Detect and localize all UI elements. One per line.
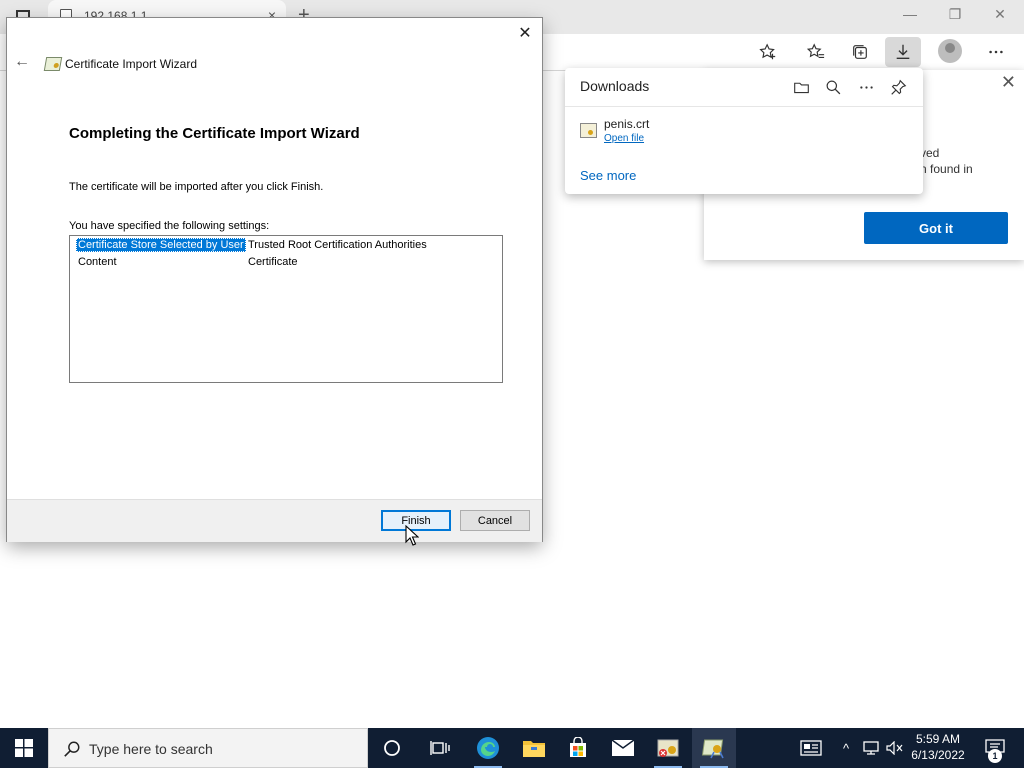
clock-time: 5:59 AM [915, 732, 961, 746]
download-file-name: penis.crt [604, 117, 650, 131]
downloads-title: Downloads [580, 78, 650, 94]
taskbar-clock[interactable]: 5:59 AM 6/13/2022 [905, 731, 971, 763]
wizard-close-button[interactable]: ✕ [515, 23, 535, 43]
wizard-title: Certificate Import Wizard [65, 57, 198, 71]
mouse-cursor-icon [405, 525, 419, 546]
flyout-close-button[interactable]: ✕ [1001, 72, 1016, 93]
downloads-icon[interactable] [885, 37, 921, 67]
cancel-button[interactable]: Cancel [460, 510, 530, 531]
search-placeholder: Type here to search [89, 741, 213, 757]
clock-date: 6/13/2022 [911, 748, 965, 762]
certificate-icon [43, 57, 63, 71]
wizard-heading: Completing the Certificate Import Wizard [69, 125, 360, 142]
task-view-icon[interactable] [418, 728, 462, 768]
settings-row[interactable]: Content Certificate [76, 255, 496, 271]
settings-row[interactable]: Certificate Store Selected by User Trust… [76, 238, 496, 254]
more-icon[interactable] [855, 76, 877, 98]
file-explorer-icon[interactable] [512, 728, 556, 768]
collections-icon[interactable] [846, 40, 874, 64]
certificate-wizard-taskbar-icon[interactable] [692, 728, 736, 768]
setting-value: Certificate [248, 256, 298, 268]
certificate-file-icon [580, 123, 597, 138]
setting-key: Certificate Store Selected by User [76, 238, 246, 252]
network-icon[interactable] [860, 728, 882, 768]
taskbar: Type here to search ^ 5:59 AM 6/13/2022 … [0, 728, 1024, 768]
add-favorite-icon[interactable] [754, 40, 782, 64]
search-icon [64, 741, 80, 757]
mail-icon[interactable] [601, 728, 645, 768]
see-more-link[interactable]: See more [580, 168, 636, 183]
back-arrow-icon[interactable]: ← [14, 53, 30, 71]
wizard-info-text: The certificate will be imported after y… [69, 181, 324, 193]
windows-logo-icon [15, 739, 33, 757]
volume-muted-icon[interactable] [884, 728, 906, 768]
wizard-footer: Finish Cancel [7, 499, 542, 542]
open-file-link[interactable]: Open file [604, 133, 644, 144]
certificate-import-wizard: ✕ ← Certificate Import Wizard Completing… [7, 18, 542, 542]
microsoft-store-icon[interactable] [556, 728, 600, 768]
divider [565, 106, 923, 107]
edge-browser-icon[interactable] [466, 728, 510, 768]
setting-value: Trusted Root Certification Authorities [248, 239, 427, 251]
favorites-icon[interactable] [802, 40, 830, 64]
certificate-manager-icon[interactable] [646, 728, 690, 768]
cortana-icon[interactable] [370, 728, 414, 768]
folder-icon[interactable] [790, 76, 812, 98]
taskbar-search-box[interactable]: Type here to search [48, 728, 368, 768]
search-icon[interactable] [822, 76, 844, 98]
profile-avatar[interactable] [938, 39, 962, 63]
notification-badge: 1 [988, 749, 1002, 763]
window-close-button[interactable]: ✕ [978, 6, 1022, 23]
setting-key: Content [78, 256, 117, 268]
more-options-icon[interactable] [982, 40, 1010, 64]
settings-label: You have specified the following setting… [69, 220, 270, 232]
settings-list[interactable]: Certificate Store Selected by User Trust… [69, 235, 503, 383]
tray-chevron-icon[interactable]: ^ [836, 728, 856, 768]
restore-button[interactable]: ❐ [933, 6, 977, 23]
news-widget-icon[interactable] [798, 728, 824, 768]
start-button[interactable] [0, 728, 48, 768]
minimize-button[interactable]: — [888, 6, 932, 22]
downloads-panel: Downloads penis.crt Open file See more [565, 68, 923, 194]
got-it-button[interactable]: Got it [864, 212, 1008, 244]
pin-icon[interactable] [887, 76, 909, 98]
